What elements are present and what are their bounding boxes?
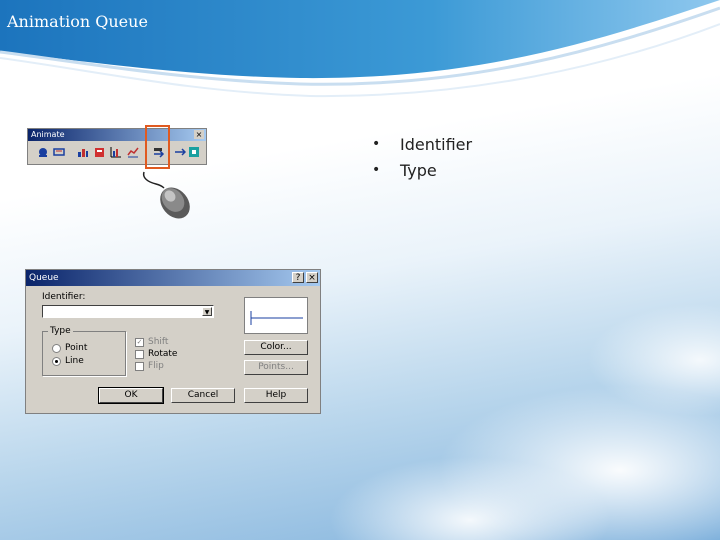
help-icon[interactable]: ?	[292, 272, 304, 283]
bullet-dot: •	[372, 136, 381, 152]
help-button[interactable]: Help	[244, 388, 308, 403]
color-button[interactable]: Color...	[244, 340, 308, 355]
mouse-icon	[142, 171, 190, 219]
pie-icon[interactable]	[94, 146, 106, 158]
bullet-list: • Identifier • Type	[372, 131, 472, 183]
toolbar-buttons	[28, 141, 206, 164]
animate-icon[interactable]	[37, 146, 49, 158]
rotate-checkbox[interactable]	[135, 350, 144, 359]
bullet-item: • Type	[372, 157, 472, 183]
bar-icon[interactable]	[77, 146, 89, 158]
toolbar-title: Animate	[31, 130, 65, 139]
flip-label: Flip	[148, 361, 164, 371]
toolbar-close-button[interactable]: ×	[194, 130, 204, 139]
queue-dialog: Queue ? × Identifier: ▼ Type Point Line …	[25, 269, 321, 414]
close-icon[interactable]: ×	[306, 272, 318, 283]
line-radio[interactable]	[52, 357, 61, 366]
point-radio-label: Point	[65, 343, 88, 353]
toolbar-titlebar: Animate ×	[28, 129, 206, 141]
dialog-title: Queue	[29, 273, 59, 283]
cancel-button[interactable]: Cancel	[171, 388, 235, 403]
line-preview	[244, 297, 308, 334]
ok-button[interactable]: OK	[98, 387, 164, 404]
type-group-label: Type	[48, 326, 73, 337]
identifier-combobox[interactable]: ▼	[42, 305, 214, 318]
move-icon[interactable]	[174, 146, 186, 158]
animate-toolbar: Animate ×	[27, 128, 207, 165]
line-icon[interactable]	[127, 146, 139, 158]
line-preview-graphic	[250, 311, 303, 325]
identifier-label: Identifier:	[42, 292, 86, 302]
slide-title: Animation Queue	[7, 12, 148, 31]
rotate-label: Rotate	[148, 349, 178, 359]
bullet-dot: •	[372, 162, 381, 178]
graph-icon[interactable]	[110, 146, 122, 158]
shift-checkbox[interactable]: ✓	[135, 338, 144, 347]
shift-label: Shift	[148, 337, 169, 347]
flip-checkbox[interactable]	[135, 362, 144, 371]
points-button[interactable]: Points...	[244, 360, 308, 375]
animate-icon-2[interactable]	[53, 146, 65, 158]
bullet-text: Identifier	[400, 134, 473, 154]
slide: Animation Queue • Identifier • Type Anim…	[0, 0, 720, 540]
dialog-titlebar: Queue ? ×	[26, 270, 320, 286]
line-radio-label: Line	[65, 356, 84, 366]
type-groupbox: Type Point Line	[42, 326, 126, 376]
highlight-box	[145, 125, 170, 169]
bullet-text: Type	[400, 160, 437, 180]
stop-icon[interactable]	[188, 146, 200, 158]
chevron-down-icon[interactable]: ▼	[202, 307, 212, 316]
bullet-item: • Identifier	[372, 131, 472, 157]
point-radio[interactable]	[52, 344, 61, 353]
